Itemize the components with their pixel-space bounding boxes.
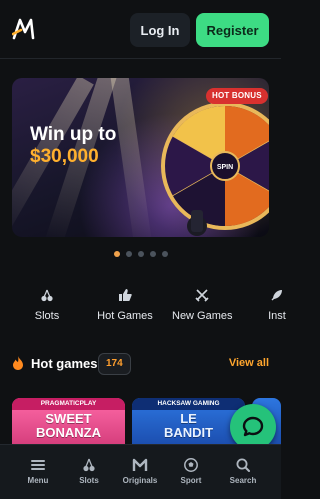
bottom-navigation: Menu Slots Originals Sport Search bbox=[0, 444, 281, 499]
nav-search[interactable]: Search bbox=[218, 458, 268, 485]
category-strip: Slots Hot Games New Games Inst bbox=[0, 288, 286, 328]
section-title: Hot games bbox=[31, 356, 98, 371]
hot-games-header: Hot games 174 View all bbox=[12, 353, 269, 377]
carousel-dot[interactable] bbox=[126, 251, 132, 257]
carousel-dot[interactable] bbox=[150, 251, 156, 257]
m-logo-icon bbox=[132, 458, 148, 471]
nav-label: Sport bbox=[180, 476, 202, 485]
nav-sport[interactable]: Sport bbox=[166, 458, 216, 485]
category-label: New Games bbox=[172, 310, 233, 322]
nav-label: Search bbox=[229, 476, 257, 485]
game-card[interactable]: PRAGMATICPLAY SWEET BONANZA bbox=[12, 398, 125, 444]
category-label: Slots bbox=[34, 310, 60, 322]
nav-slots[interactable]: Slots bbox=[64, 458, 114, 485]
category-label: Inst bbox=[268, 310, 286, 322]
carousel-dot[interactable] bbox=[138, 251, 144, 257]
game-count-badge: 174 bbox=[98, 353, 131, 375]
category-hot-games[interactable]: Hot Games bbox=[95, 288, 155, 328]
category-new-games[interactable]: New Games bbox=[172, 288, 233, 328]
game-provider: PRAGMATICPLAY bbox=[12, 398, 125, 410]
banner-headline: Win up to bbox=[30, 124, 117, 145]
login-button[interactable]: Log In bbox=[130, 13, 190, 47]
nav-originals[interactable]: Originals bbox=[115, 458, 165, 485]
script-m-logo-icon[interactable] bbox=[12, 16, 38, 42]
carousel-indicator bbox=[114, 251, 168, 257]
category-instant[interactable]: Inst bbox=[262, 288, 292, 328]
spotlight-beam bbox=[109, 78, 153, 237]
prize-wheel-icon: SPIN bbox=[161, 102, 269, 236]
nav-menu[interactable]: Menu bbox=[13, 458, 63, 485]
carousel-dot[interactable] bbox=[162, 251, 168, 257]
game-title: SWEET BONANZA bbox=[36, 411, 101, 440]
wheel-center-label: SPIN bbox=[217, 164, 233, 171]
hamburger-menu-icon bbox=[31, 460, 45, 470]
game-title: LE BANDIT bbox=[163, 411, 214, 440]
crossed-swords-icon bbox=[195, 289, 209, 302]
view-all-link[interactable]: View all bbox=[229, 357, 269, 369]
promo-banner[interactable]: SPIN HOT BONUS Win up to $30,000 bbox=[12, 78, 269, 237]
cherries-icon bbox=[83, 458, 95, 472]
rocket-icon bbox=[271, 290, 282, 301]
soccer-ball-icon bbox=[184, 458, 198, 472]
category-slots[interactable]: Slots bbox=[32, 288, 62, 328]
game-provider: HACKSAW GAMING bbox=[132, 398, 245, 410]
hot-bonus-badge: HOT BONUS bbox=[206, 88, 268, 104]
chat-bubble-icon bbox=[242, 416, 264, 437]
cherries-icon bbox=[41, 289, 53, 302]
register-button[interactable]: Register bbox=[196, 13, 269, 47]
game-card[interactable]: HACKSAW GAMING LE BANDIT bbox=[132, 398, 245, 444]
banner-amount: $30,000 bbox=[30, 146, 99, 167]
fire-icon bbox=[13, 356, 23, 370]
search-icon bbox=[236, 458, 250, 472]
nav-label: Originals bbox=[122, 476, 158, 485]
top-header: Log In Register bbox=[0, 0, 281, 59]
nav-label: Menu bbox=[27, 476, 49, 485]
thumbs-up-icon bbox=[119, 289, 132, 301]
category-label: Hot Games bbox=[97, 310, 153, 322]
nav-label: Slots bbox=[79, 476, 99, 485]
carousel-dot[interactable] bbox=[114, 251, 120, 257]
